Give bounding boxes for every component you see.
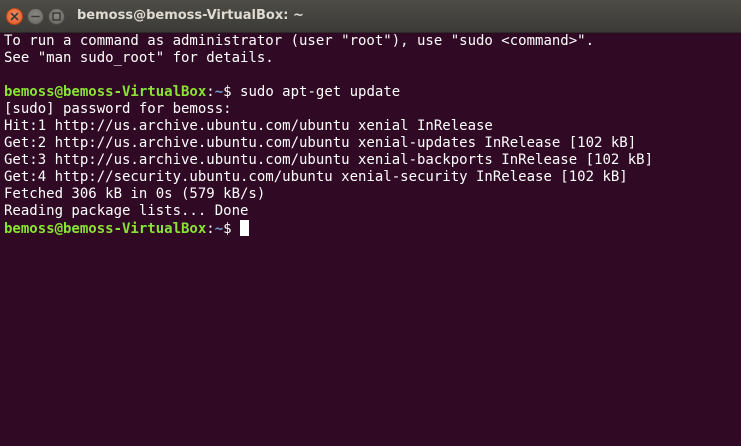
close-icon — [10, 12, 19, 21]
output-line: Get:3 http://us.archive.ubuntu.com/ubunt… — [4, 152, 654, 168]
output-line: [sudo] password for bemoss: — [4, 101, 232, 117]
minimize-icon — [31, 15, 40, 18]
output-line: Reading package lists... Done — [4, 203, 249, 219]
window-title: bemoss@bemoss-VirtualBox: ~ — [77, 8, 304, 23]
prompt-colon: : — [206, 84, 215, 100]
prompt-path: ~ — [214, 84, 224, 100]
terminal-output[interactable]: To run a command as administrator (user … — [0, 33, 741, 446]
maximize-button[interactable] — [48, 8, 65, 25]
prompt-symbol: $ — [223, 221, 241, 237]
title-bar[interactable]: bemoss@bemoss-VirtualBox: ~ — [0, 0, 741, 33]
text-cursor — [240, 220, 250, 236]
command-text: sudo apt-get update — [240, 84, 401, 100]
command-line: bemoss@bemoss-VirtualBox:~$ sudo apt-get… — [4, 84, 741, 101]
output-line: To run a command as administrator (user … — [4, 33, 595, 49]
output-line: Get:2 http://us.archive.ubuntu.com/ubunt… — [4, 135, 637, 151]
terminal-window: bemoss@bemoss-VirtualBox: ~ To run a com… — [0, 0, 741, 446]
prompt-user-host: bemoss@bemoss-VirtualBox — [4, 84, 207, 100]
prompt-colon: : — [206, 221, 215, 237]
output-line: Fetched 306 kB in 0s (579 kB/s) — [4, 186, 266, 202]
output-line: Hit:1 http://us.archive.ubuntu.com/ubunt… — [4, 118, 493, 134]
active-prompt-line[interactable]: bemoss@bemoss-VirtualBox:~$ — [4, 220, 741, 237]
prompt-user-host: bemoss@bemoss-VirtualBox — [4, 221, 207, 237]
prompt-symbol: $ — [223, 84, 241, 100]
maximize-icon — [52, 12, 61, 21]
output-line: See "man sudo_root" for details. — [4, 50, 274, 66]
prompt-path: ~ — [214, 221, 224, 237]
minimize-button[interactable] — [27, 8, 44, 25]
close-button[interactable] — [6, 8, 23, 25]
output-line: Get:4 http://security.ubuntu.com/ubuntu … — [4, 169, 628, 185]
